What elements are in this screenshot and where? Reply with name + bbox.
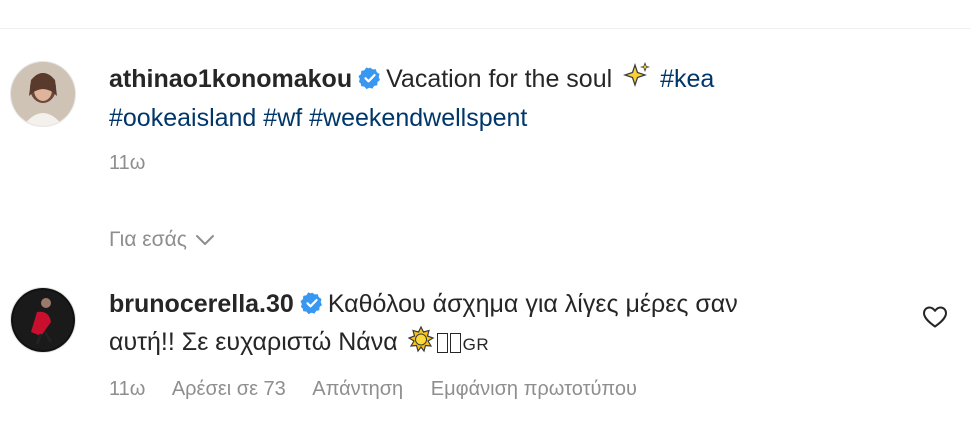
avatar-photo [11,288,75,352]
comment-text-line1: Καθόλου άσχημα για λίγες μέρες σαν [327,290,738,318]
comment-text-line2: αυτή!! Σε ευχαριστώ Νάνα [109,328,405,356]
verified-badge-icon [300,290,324,325]
comment-body: brunocerella.30 Καθόλου άσχημα για λίγες … [109,287,909,364]
caption-avatar[interactable] [10,61,76,127]
divider [0,28,970,29]
comment-likes-count[interactable]: Αρέσει σε 73 [172,378,286,400]
hashtag-ookeaisland[interactable]: #ookeaisland [109,104,256,132]
chevron-down-icon [195,235,214,245]
hashtag-wf[interactable]: #wf [263,104,302,132]
see-original-button[interactable]: Εμφάνιση πρωτοτύπου [431,378,637,400]
comment-timestamp[interactable]: 11ω [109,378,145,400]
reply-button[interactable]: Απάντηση [312,378,403,400]
caption-body: athinao1konomakou Vacation for the soul #… [109,61,889,136]
for-you-sort-dropdown[interactable]: Για εσάς [109,228,215,252]
comment-username[interactable]: brunocerella.30 [109,290,294,318]
comment-avatar[interactable] [10,287,76,353]
like-comment-button[interactable] [922,305,950,331]
sparkles-emoji-icon [621,61,651,101]
caption-timestamp[interactable]: 11ω [109,152,145,174]
comments-panel: athinao1konomakou Vacation for the soul #… [0,0,970,434]
hashtag-weekendwellspent[interactable]: #weekendwellspent [309,104,527,132]
flag-placeholder-box [449,333,461,353]
heart-icon [923,306,947,328]
verified-badge-icon [358,65,382,100]
caption-meta: 11ω [109,152,167,175]
sun-emoji-icon [407,325,435,364]
flag-placeholder-box [436,333,448,353]
comment-meta: 11ω Αρέσει σε 73 Απάντηση Εμφάνιση πρωτο… [109,378,659,401]
flag-region-code: GR [462,335,490,354]
caption-username[interactable]: athinao1konomakou [109,65,352,93]
for-you-label: Για εσάς [109,228,187,251]
avatar-photo [11,62,75,126]
caption-text: Vacation for the soul [386,65,620,93]
hashtag-kea[interactable]: #kea [660,65,714,93]
